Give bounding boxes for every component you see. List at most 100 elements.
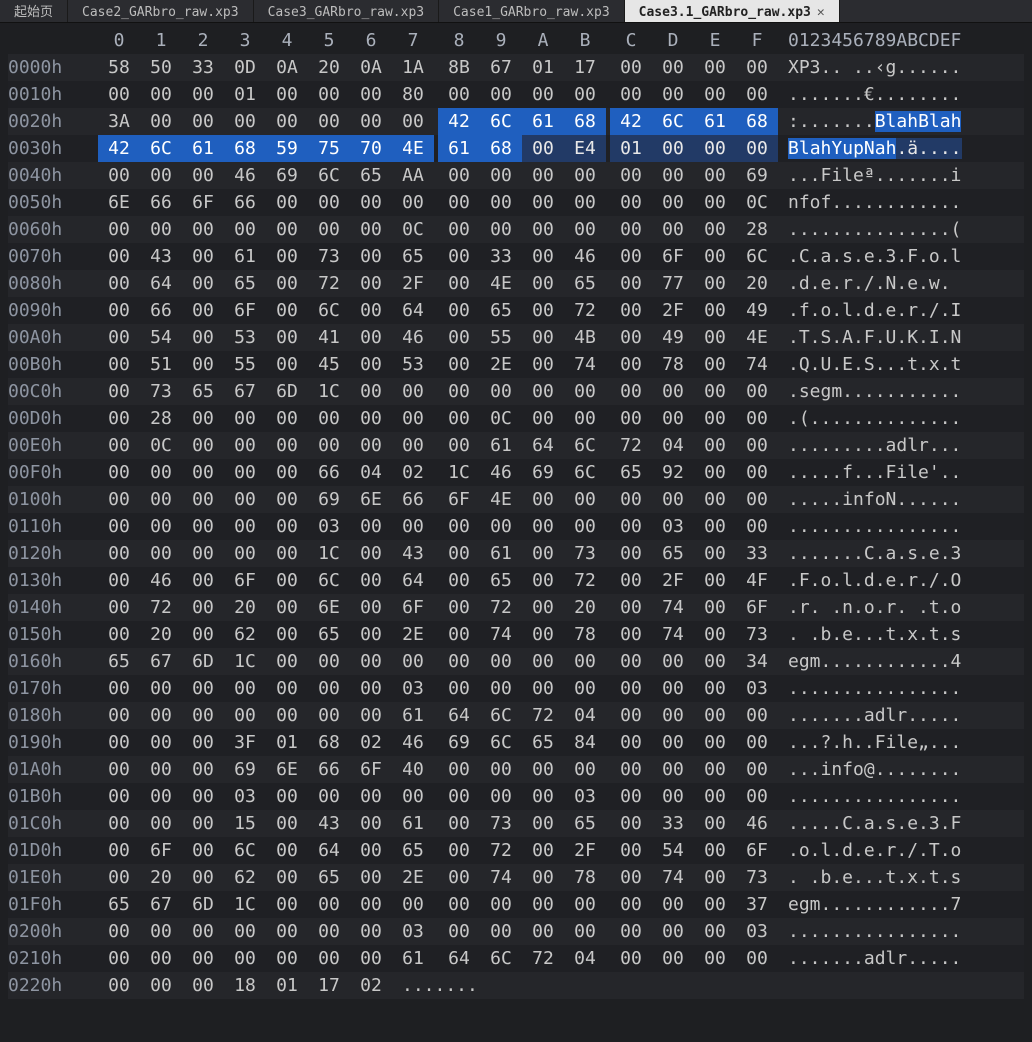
hex-byte[interactable]: AA	[392, 162, 434, 189]
hex-byte[interactable]: 00	[736, 729, 778, 756]
hex-byte[interactable]: 00	[480, 81, 522, 108]
hex-byte[interactable]: 00	[98, 216, 140, 243]
hex-byte[interactable]: 00	[98, 864, 140, 891]
ascii-cell[interactable]: ...?.h..File„...	[778, 729, 961, 756]
hex-byte[interactable]: 00	[480, 756, 522, 783]
hex-byte[interactable]: 00	[694, 513, 736, 540]
hex-byte[interactable]: 00	[350, 432, 392, 459]
hex-row[interactable]: 00B0h0051005500450053002E007400780074.Q.…	[8, 351, 1024, 378]
hex-byte[interactable]: 00	[350, 918, 392, 945]
hex-byte[interactable]: 68	[480, 135, 522, 162]
hex-byte[interactable]: 67	[140, 891, 182, 918]
hex-byte[interactable]: 00	[694, 243, 736, 270]
tab-2[interactable]: Case3_GARbro_raw.xp3	[254, 0, 440, 22]
hex-byte[interactable]: 65	[564, 810, 606, 837]
hex-byte[interactable]: 62	[224, 864, 266, 891]
hex-byte[interactable]: 72	[480, 594, 522, 621]
hex-row[interactable]: 0100h0000000000696E666F4E000000000000...…	[8, 486, 1024, 513]
hex-byte[interactable]: 00	[308, 405, 350, 432]
hex-byte[interactable]: 00	[350, 594, 392, 621]
hex-byte[interactable]: 33	[182, 54, 224, 81]
hex-byte[interactable]: 43	[140, 243, 182, 270]
hex-byte[interactable]: 00	[350, 540, 392, 567]
ascii-cell[interactable]: ................	[778, 675, 961, 702]
hex-byte[interactable]: 66	[308, 756, 350, 783]
hex-byte[interactable]: 46	[392, 324, 434, 351]
hex-byte[interactable]: 04	[564, 945, 606, 972]
hex-byte[interactable]: 00	[182, 108, 224, 135]
hex-byte[interactable]: 00	[610, 891, 652, 918]
hex-byte[interactable]: 00	[392, 648, 434, 675]
hex-row[interactable]: 0130h0046006F006C006400650072002F004F.F.…	[8, 567, 1024, 594]
hex-byte[interactable]: 00	[694, 945, 736, 972]
hex-byte[interactable]: 00	[736, 378, 778, 405]
hex-byte[interactable]: 6C	[652, 108, 694, 135]
hex-byte[interactable]: E4	[564, 135, 606, 162]
hex-byte[interactable]: 00	[266, 297, 308, 324]
hex-byte[interactable]: 00	[98, 162, 140, 189]
hex-byte[interactable]: 1A	[392, 54, 434, 81]
hex-byte[interactable]: 00	[438, 810, 480, 837]
hex-byte[interactable]: 00	[522, 675, 564, 702]
hex-byte[interactable]: 00	[610, 405, 652, 432]
hex-byte[interactable]: 00	[140, 783, 182, 810]
hex-byte[interactable]: 00	[564, 81, 606, 108]
hex-byte[interactable]: 00	[308, 216, 350, 243]
hex-byte[interactable]: 17	[564, 54, 606, 81]
hex-row[interactable]: 0020h3A00000000000000426C6168426C6168:..…	[8, 108, 1024, 135]
hex-byte[interactable]: 00	[224, 675, 266, 702]
hex-byte[interactable]: 54	[140, 324, 182, 351]
hex-byte[interactable]: 02	[350, 729, 392, 756]
hex-byte[interactable]: 28	[736, 216, 778, 243]
hex-byte[interactable]: 45	[308, 351, 350, 378]
ascii-cell[interactable]: .T.S.A.F.U.K.I.N	[778, 324, 961, 351]
hex-byte[interactable]: 00	[350, 702, 392, 729]
hex-byte[interactable]: 6D	[182, 891, 224, 918]
hex-byte[interactable]: 54	[652, 837, 694, 864]
hex-byte[interactable]: 00	[522, 81, 564, 108]
hex-byte[interactable]: 00	[266, 810, 308, 837]
hex-byte[interactable]: 65	[98, 648, 140, 675]
hex-byte[interactable]: 2F	[564, 837, 606, 864]
hex-byte[interactable]: 00	[438, 243, 480, 270]
hex-byte[interactable]: 4B	[564, 324, 606, 351]
hex-byte[interactable]: 00	[350, 567, 392, 594]
hex-byte[interactable]: 4E	[392, 135, 434, 162]
hex-byte[interactable]: 2E	[392, 864, 434, 891]
hex-byte[interactable]: 00	[98, 351, 140, 378]
hex-byte[interactable]: 00	[522, 594, 564, 621]
hex-byte[interactable]: 66	[140, 189, 182, 216]
hex-byte[interactable]: 73	[140, 378, 182, 405]
hex-byte[interactable]: 2F	[392, 270, 434, 297]
hex-row[interactable]: 0220h00000018011702.......	[8, 972, 1024, 999]
hex-byte[interactable]: 00	[438, 864, 480, 891]
hex-byte[interactable]: 65	[392, 837, 434, 864]
hex-byte[interactable]: 6F	[652, 243, 694, 270]
hex-byte[interactable]: 00	[610, 918, 652, 945]
hex-byte[interactable]: 61	[392, 810, 434, 837]
ascii-cell[interactable]: .o.l.d.e.r./.T.o	[778, 837, 961, 864]
hex-byte[interactable]: 00	[610, 243, 652, 270]
hex-byte[interactable]: 01	[610, 135, 652, 162]
hex-byte[interactable]: 03	[392, 675, 434, 702]
hex-rows[interactable]: 0000h5850330D0A200A1A8B67011700000000XP3…	[8, 54, 1024, 999]
hex-byte[interactable]: 00	[224, 945, 266, 972]
hex-byte[interactable]: 6C	[308, 297, 350, 324]
hex-byte[interactable]: 6C	[480, 729, 522, 756]
hex-byte[interactable]: 00	[266, 216, 308, 243]
ascii-cell[interactable]: .......adlr.....	[778, 702, 961, 729]
hex-byte[interactable]: 00	[98, 918, 140, 945]
hex-byte[interactable]: 53	[392, 351, 434, 378]
hex-byte[interactable]: 51	[140, 351, 182, 378]
hex-byte[interactable]: 72	[564, 297, 606, 324]
hex-byte[interactable]: 64	[438, 702, 480, 729]
hex-byte[interactable]: 72	[522, 702, 564, 729]
hex-byte[interactable]: 00	[694, 297, 736, 324]
hex-byte[interactable]: 00	[350, 891, 392, 918]
hex-byte[interactable]: 01	[266, 972, 308, 999]
hex-byte[interactable]: 0C	[736, 189, 778, 216]
hex-byte[interactable]: 6F	[438, 486, 480, 513]
hex-byte[interactable]: 00	[140, 486, 182, 513]
tab-4[interactable]: Case3.1_GARbro_raw.xp3✕	[625, 0, 840, 22]
hex-byte[interactable]: 00	[182, 162, 224, 189]
